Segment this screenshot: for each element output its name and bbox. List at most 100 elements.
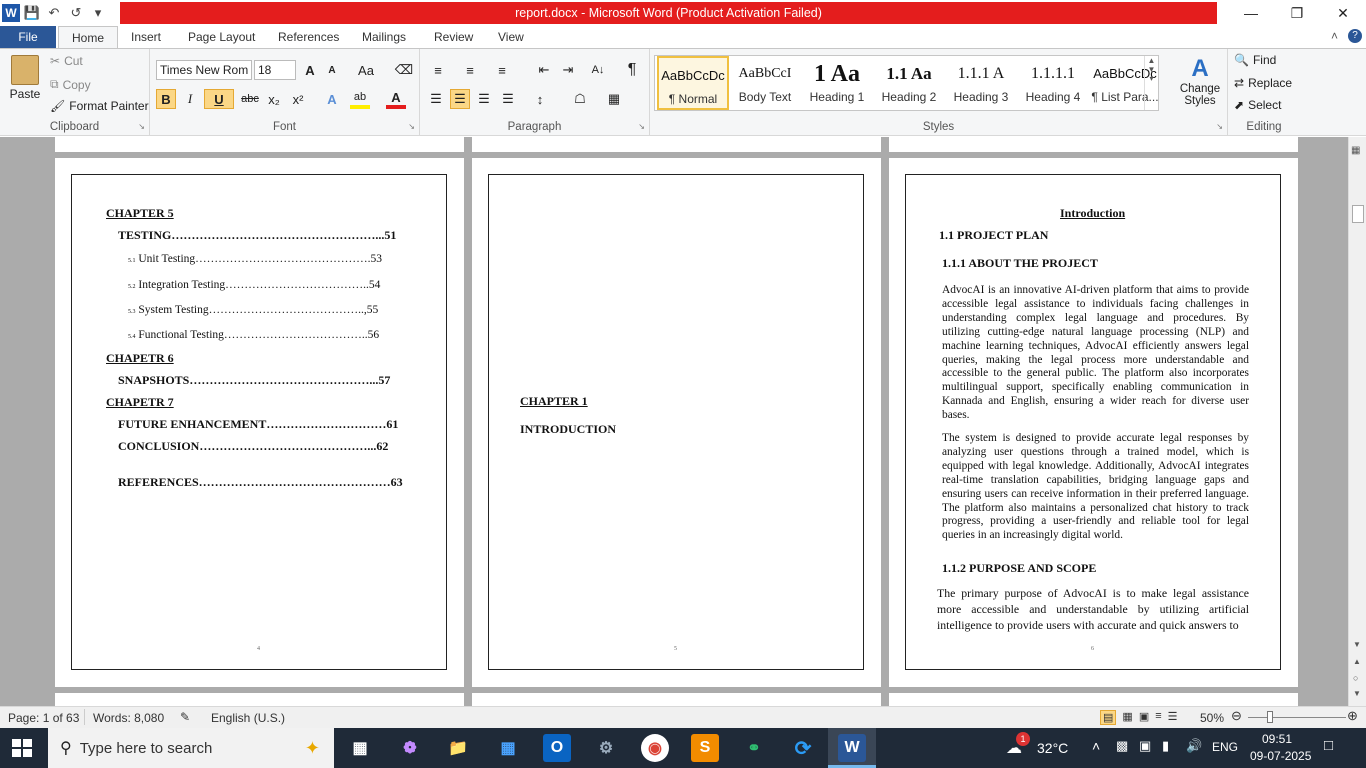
justify-icon[interactable]: ☰ xyxy=(498,89,518,109)
zoom-slider[interactable] xyxy=(1248,717,1346,718)
borders-icon[interactable]: ▦ xyxy=(604,89,624,109)
paste-button[interactable]: Paste xyxy=(8,55,42,101)
battery-icon[interactable]: ▮ xyxy=(1162,738,1169,754)
zoom-slider-thumb[interactable] xyxy=(1267,711,1273,723)
shading-icon[interactable]: ☖ xyxy=(570,89,590,109)
zoom-level[interactable]: 50% xyxy=(1200,711,1224,725)
input-language[interactable]: ENG xyxy=(1212,740,1238,754)
tab-review[interactable]: Review xyxy=(434,26,473,48)
style-heading-3[interactable]: 1.1.1 A Heading 3 xyxy=(945,56,1017,110)
align-right-icon[interactable]: ☰ xyxy=(474,89,494,109)
print-layout-icon[interactable]: ▤ xyxy=(1100,710,1117,725)
camera-icon[interactable]: ▩ xyxy=(1116,738,1128,754)
font-color-icon[interactable]: A xyxy=(386,89,406,109)
highlight-icon[interactable]: ab xyxy=(350,89,370,109)
full-screen-reading-icon[interactable]: ▦ xyxy=(1122,710,1132,725)
temperature[interactable]: 32°C xyxy=(1037,740,1068,756)
multilevel-list-icon[interactable]: ≡ xyxy=(492,60,512,80)
change-styles-button[interactable]: A Change Styles xyxy=(1178,55,1222,108)
tab-insert[interactable]: Insert xyxy=(131,26,161,48)
browse-object-icon[interactable]: ○ xyxy=(1353,673,1358,683)
clock-time[interactable]: 09:51 xyxy=(1262,732,1292,746)
increase-indent-icon[interactable]: ⇥ xyxy=(558,60,578,80)
language-indicator[interactable]: English (U.S.) xyxy=(211,711,285,725)
redo-icon[interactable]: ↺ xyxy=(66,3,86,23)
volume-icon[interactable]: 🔊 xyxy=(1186,738,1202,754)
shrink-font-button[interactable]: A xyxy=(322,60,342,80)
style-heading-2[interactable]: 1.1 Aa Heading 2 xyxy=(873,56,945,110)
vscode-icon[interactable]: ⟳ xyxy=(789,734,817,762)
underline-button[interactable]: U xyxy=(204,89,234,109)
dialog-launcher-icon[interactable]: ↘ xyxy=(408,122,415,131)
minimize-button[interactable]: — xyxy=(1228,0,1274,26)
next-page-icon[interactable]: ▼ xyxy=(1353,689,1361,698)
draft-icon[interactable]: ☰ xyxy=(1168,710,1178,725)
style-body-text[interactable]: AaBbCcI Body Text xyxy=(729,56,801,110)
proofing-icon[interactable]: ✎ xyxy=(180,710,190,724)
help-icon[interactable]: ? xyxy=(1348,29,1362,43)
page-5[interactable]: CHAPTER 1 INTRODUCTION 5 xyxy=(472,158,881,687)
word-logo-icon[interactable]: W xyxy=(2,4,20,22)
italic-button[interactable]: I xyxy=(180,89,200,109)
chrome-icon[interactable]: ◉ xyxy=(641,734,669,762)
copilot-icon[interactable]: ❁ xyxy=(396,734,424,762)
close-button[interactable]: ✕ xyxy=(1320,0,1366,26)
copy-button[interactable]: ⧉ Copy xyxy=(50,77,91,92)
sort-icon[interactable]: A↓ xyxy=(588,60,608,80)
zoom-in-icon[interactable]: ⊕ xyxy=(1347,708,1358,724)
taskbar-search-box[interactable]: ⚲ Type here to search ✦ xyxy=(48,728,334,768)
document-area[interactable]: CHAPTER 5 TESTING……………………………………………...51 … xyxy=(0,137,1348,706)
tab-references[interactable]: References xyxy=(278,26,339,48)
align-left-icon[interactable]: ☰ xyxy=(426,89,446,109)
scroll-down-arrow-icon[interactable]: ▼ xyxy=(1353,640,1361,649)
outlook-icon[interactable]: O xyxy=(543,734,571,762)
customize-toolbar-icon[interactable]: ▾ xyxy=(88,3,108,23)
network-icon[interactable]: ▣ xyxy=(1139,738,1151,754)
superscript-button[interactable]: x² xyxy=(288,89,308,109)
dialog-launcher-icon[interactable]: ↘ xyxy=(138,122,145,131)
format-painter-button[interactable]: 🖌 Format Painter xyxy=(50,99,149,113)
notifications-icon[interactable]: □ xyxy=(1324,737,1333,754)
font-name-box[interactable]: Times New Rom xyxy=(156,60,252,80)
tab-view[interactable]: View xyxy=(498,26,524,48)
clear-formatting-icon[interactable]: ⌫ xyxy=(394,60,414,80)
tab-page-layout[interactable]: Page Layout xyxy=(188,26,255,48)
font-size-box[interactable]: 18 xyxy=(254,60,296,80)
save-icon[interactable]: 💾 xyxy=(22,3,42,23)
line-spacing-icon[interactable]: ↕ xyxy=(530,89,550,109)
word-app-icon[interactable]: W xyxy=(838,734,866,762)
styles-scroll-icon[interactable]: ▲ ▼ ▾ xyxy=(1144,56,1158,110)
subscript-button[interactable]: x₂ xyxy=(264,89,284,109)
page-count[interactable]: Page: 1 of 63 xyxy=(8,711,79,725)
show-formatting-button[interactable]: ¶ xyxy=(622,60,642,80)
style-normal[interactable]: AaBbCcDc ¶ Normal xyxy=(657,56,729,110)
show-hidden-icons-icon[interactable]: ˄ xyxy=(1092,738,1100,754)
microsoft-store-icon[interactable]: ▦ xyxy=(494,734,522,762)
tab-file[interactable]: File xyxy=(0,26,56,48)
decrease-indent-icon[interactable]: ⇤ xyxy=(534,60,554,80)
dialog-launcher-icon[interactable]: ↘ xyxy=(1216,122,1223,131)
previous-page-icon[interactable]: ▲ xyxy=(1353,657,1361,666)
clock-date[interactable]: 09-07-2025 xyxy=(1250,749,1311,763)
restore-button[interactable]: ❐ xyxy=(1274,0,1320,26)
task-view-icon[interactable]: ▦ xyxy=(346,734,374,762)
ruler-toggle-icon[interactable]: ▦ xyxy=(1351,145,1360,156)
grow-font-button[interactable]: A xyxy=(300,60,320,80)
bullets-icon[interactable]: ≡ xyxy=(428,60,448,80)
outline-icon[interactable]: ≡ xyxy=(1155,710,1161,725)
control-panel-icon[interactable]: ⚙ xyxy=(592,734,620,762)
cut-button[interactable]: ✂ Cut xyxy=(50,54,83,68)
web-layout-icon[interactable]: ▣ xyxy=(1139,710,1149,725)
minimize-ribbon-icon[interactable]: ˄ xyxy=(1331,29,1338,43)
page-6[interactable]: Introduction 1.1 PROJECT PLAN 1.1.1 ABOU… xyxy=(889,158,1298,687)
tab-home[interactable]: Home xyxy=(58,26,118,49)
align-center-icon[interactable]: ☰ xyxy=(450,89,470,109)
word-count[interactable]: Words: 8,080 xyxy=(93,711,164,725)
style-heading-1[interactable]: 1 Aa Heading 1 xyxy=(801,56,873,110)
scroll-thumb[interactable] xyxy=(1352,205,1364,223)
dialog-launcher-icon[interactable]: ↘ xyxy=(638,122,645,131)
replace-button[interactable]: ⇄ Replace xyxy=(1234,76,1292,90)
change-case-button[interactable]: Aa xyxy=(352,60,380,80)
strikethrough-button[interactable]: abc xyxy=(240,89,260,109)
numbering-icon[interactable]: ≡ xyxy=(460,60,480,80)
